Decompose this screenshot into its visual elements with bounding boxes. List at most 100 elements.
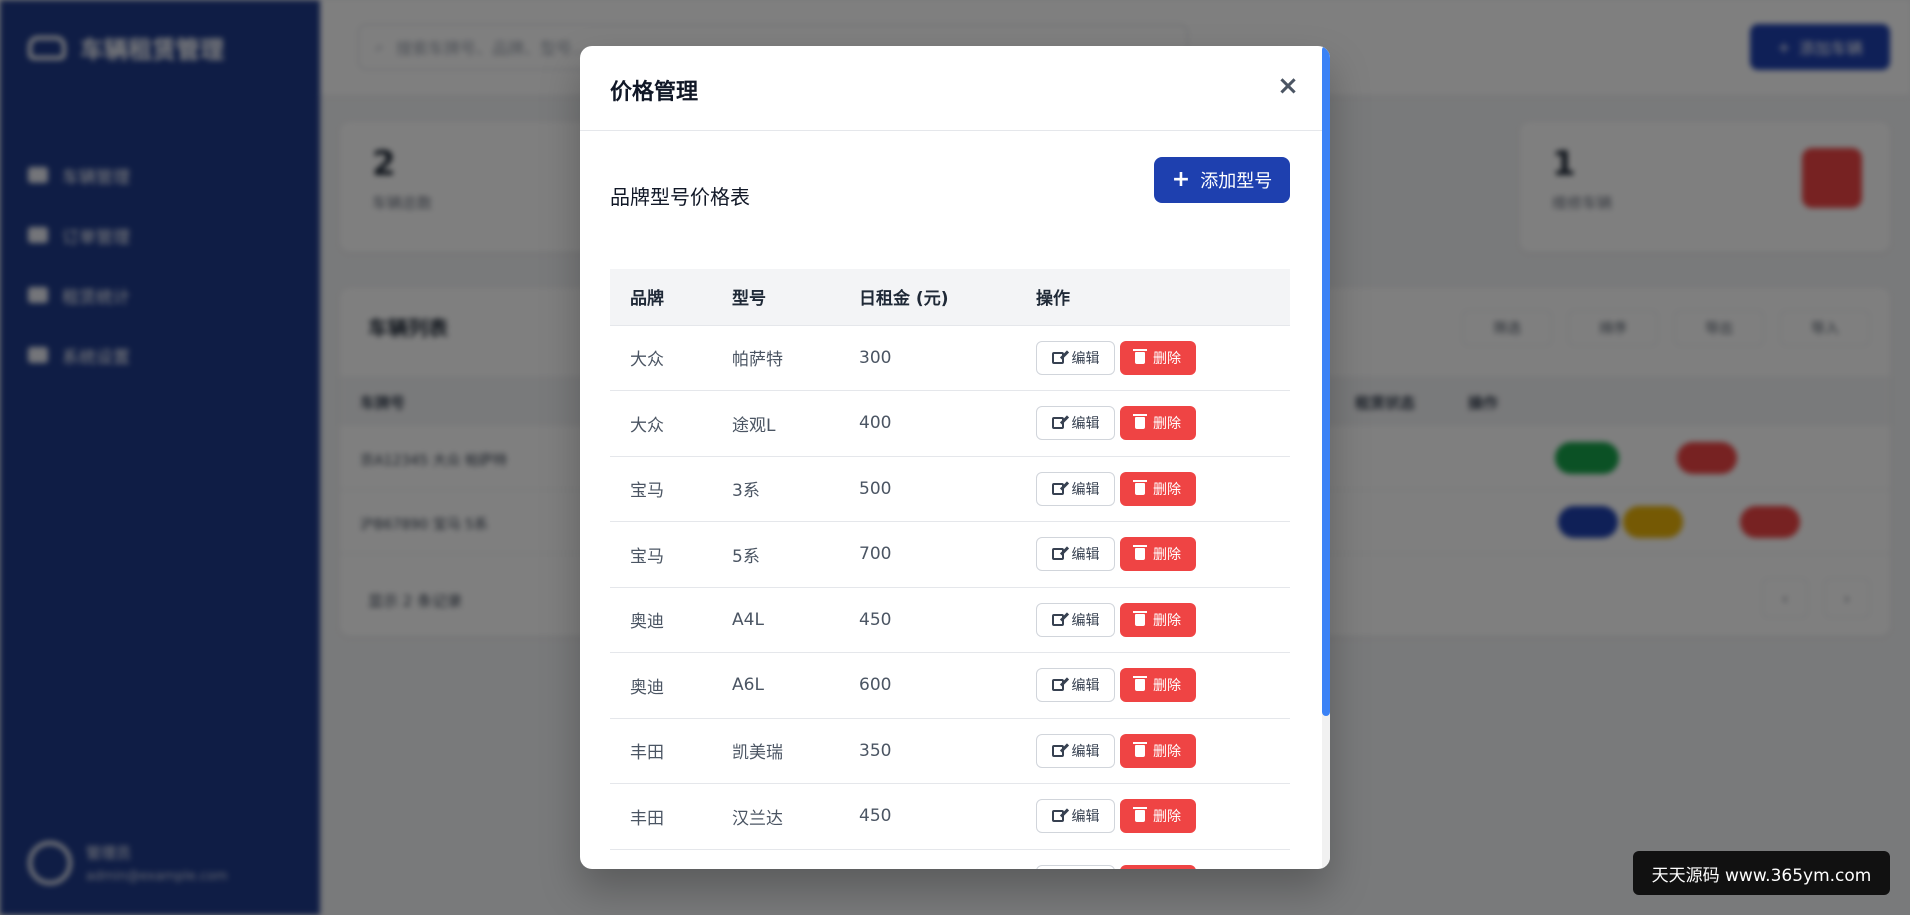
row-actions: 编辑删除: [1036, 668, 1290, 703]
row-actions: 编辑删除: [1036, 471, 1290, 506]
actions-cell: 编辑删除: [1016, 324, 1290, 391]
price-table-body: 大众 帕萨特 300 编辑 删除 大众 途观L 400 编辑 删除 宝马 3系 500 编辑 删除 宝马 5系 7…: [610, 324, 1290, 869]
row-actions: 编辑删除: [1036, 340, 1290, 375]
delete-button[interactable]: 删除: [1120, 668, 1196, 703]
actions-cell: 编辑删除: [1016, 390, 1290, 456]
row-actions: 编辑删除: [1036, 602, 1290, 637]
rent-cell: 400: [839, 390, 1016, 456]
model-cell: 雅阁: [712, 848, 839, 869]
row-actions: 编辑删除: [1036, 799, 1290, 834]
edit-icon: [1051, 679, 1064, 692]
edit-button[interactable]: 编辑: [1036, 537, 1115, 572]
rent-cell: 600: [839, 652, 1016, 718]
column-header-rent: 日租金 (元): [839, 269, 1016, 325]
trash-icon: [1133, 807, 1147, 823]
delete-button[interactable]: 删除: [1120, 340, 1196, 375]
modal-title: 价格管理: [610, 80, 699, 105]
actions-cell: 编辑删除: [1016, 521, 1290, 587]
actions-cell: 编辑删除: [1016, 717, 1290, 784]
brand-cell: 奥迪: [610, 652, 712, 718]
price-management-modal: 价格管理 × 品牌型号价格表 + 添加型号 品牌 型号 日租金 (元) 操作 大…: [580, 46, 1330, 869]
trash-icon: [1133, 741, 1147, 757]
delete-button[interactable]: 删除: [1120, 733, 1196, 768]
edit-button[interactable]: 编辑: [1036, 799, 1115, 834]
column-header-actions: 操作: [1016, 269, 1290, 325]
table-row: 丰田 汉兰达 450 编辑 删除: [610, 783, 1290, 849]
trash-icon: [1133, 676, 1147, 692]
trash-icon: [1133, 545, 1147, 561]
price-table: 品牌 型号 日租金 (元) 操作 大众 帕萨特 300 编辑 删除 大众 途观L 400 编辑删…: [610, 269, 1290, 869]
close-icon[interactable]: ×: [1274, 72, 1302, 100]
delete-button[interactable]: 删除: [1120, 406, 1196, 441]
edit-icon: [1051, 810, 1064, 823]
plus-icon: +: [1171, 167, 1191, 192]
actions-cell: 编辑删除: [1016, 652, 1290, 718]
model-cell: 帕萨特: [712, 324, 839, 391]
model-cell: 汉兰达: [712, 783, 839, 849]
watermark: 天天源码 www.365ym.com: [1633, 851, 1890, 895]
rent-cell: 500: [839, 455, 1016, 522]
edit-button[interactable]: 编辑: [1036, 865, 1115, 869]
row-actions: 编辑删除: [1036, 733, 1290, 768]
table-row: 大众 途观L 400 编辑 删除: [610, 390, 1290, 456]
edit-icon: [1051, 548, 1064, 561]
edit-icon: [1051, 744, 1064, 757]
model-cell: 3系: [712, 455, 839, 522]
delete-button[interactable]: 删除: [1120, 865, 1196, 869]
delete-button[interactable]: 删除: [1120, 799, 1196, 834]
brand-cell: 丰田: [610, 717, 712, 784]
section-title: 品牌型号价格表: [610, 185, 750, 209]
rent-cell: 700: [839, 521, 1016, 587]
edit-icon: [1051, 613, 1064, 626]
edit-button[interactable]: 编辑: [1036, 733, 1115, 768]
scrollbar[interactable]: [1322, 46, 1330, 869]
model-cell: 凯美瑞: [712, 717, 839, 784]
actions-cell: 编辑删除: [1016, 586, 1290, 653]
edit-button[interactable]: 编辑: [1036, 406, 1115, 441]
row-actions: 编辑删除: [1036, 537, 1290, 572]
edit-button[interactable]: 编辑: [1036, 602, 1115, 637]
trash-icon: [1133, 610, 1147, 626]
trash-icon: [1133, 414, 1147, 430]
delete-button[interactable]: 删除: [1120, 537, 1196, 572]
modal-header: 价格管理 ×: [580, 46, 1330, 131]
table-row: 大众 帕萨特 300 编辑 删除: [610, 324, 1290, 391]
model-cell: 途观L: [712, 390, 839, 456]
actions-cell: 编辑删除: [1016, 783, 1290, 849]
actions-cell: 编辑 删除: [1016, 848, 1290, 869]
table-header-row: 品牌 型号 日租金 (元) 操作: [610, 269, 1290, 325]
delete-button[interactable]: 删除: [1120, 471, 1196, 506]
rent-cell: 300: [839, 324, 1016, 391]
rent-cell: 450: [839, 783, 1016, 849]
edit-icon: [1051, 482, 1064, 495]
table-row: 宝马 5系 700 编辑 删除: [610, 521, 1290, 587]
brand-cell: 宝马: [610, 455, 712, 522]
table-row: 丰田 凯美瑞 350 编辑 删除: [610, 717, 1290, 784]
model-cell: 5系: [712, 521, 839, 587]
column-header-brand: 品牌: [610, 269, 712, 325]
brand-cell: 宝马: [610, 521, 712, 587]
trash-icon: [1133, 348, 1147, 364]
trash-icon: [1133, 479, 1147, 495]
brand-cell: 本田: [610, 848, 712, 869]
scroll-thumb[interactable]: [1322, 46, 1330, 716]
column-header-model: 型号: [712, 269, 839, 325]
actions-cell: 编辑删除: [1016, 455, 1290, 522]
brand-cell: 大众: [610, 390, 712, 456]
row-actions: 编辑删除: [1036, 406, 1290, 441]
edit-button[interactable]: 编辑: [1036, 668, 1115, 703]
rent-cell: 450: [839, 586, 1016, 653]
table-row: 本田雅阁320 编辑 删除: [610, 848, 1290, 869]
model-cell: A6L: [712, 652, 839, 718]
add-model-button[interactable]: + 添加型号: [1154, 157, 1290, 203]
row-actions: 编辑 删除: [1036, 865, 1290, 869]
delete-button[interactable]: 删除: [1120, 602, 1196, 637]
table-row: 奥迪 A6L 600 编辑 删除: [610, 652, 1290, 718]
brand-cell: 奥迪: [610, 586, 712, 653]
edit-icon: [1051, 351, 1064, 364]
edit-button[interactable]: 编辑: [1036, 340, 1115, 375]
edit-button[interactable]: 编辑: [1036, 471, 1115, 506]
table-row: 宝马 3系 500 编辑 删除: [610, 455, 1290, 522]
edit-icon: [1051, 417, 1064, 430]
rent-cell: 350: [839, 717, 1016, 784]
